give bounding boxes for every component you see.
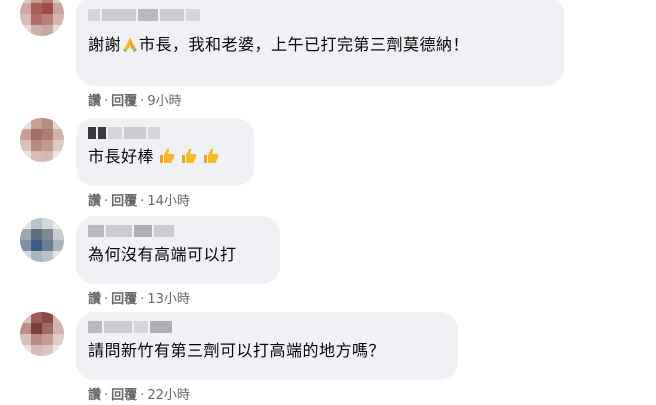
reply-button[interactable]: 回覆: [111, 194, 137, 209]
like-button[interactable]: 讚: [88, 194, 101, 209]
comment-text: 謝謝 市長，我和老婆，上午已打完第三劑莫德納！: [88, 35, 470, 54]
timestamp[interactable]: 14小時: [147, 194, 190, 209]
comment-bubble: 謝謝 市長，我和老婆，上午已打完第三劑莫德納！: [76, 0, 564, 86]
like-button[interactable]: 讚: [88, 94, 101, 109]
comment-text: 請問新竹有第三劑可以打高端的地方嗎？: [88, 341, 386, 360]
thumbs-up-emoji-icon: [182, 148, 197, 163]
comment-bubble: 為何沒有高端可以打: [76, 216, 280, 284]
avatar[interactable]: [20, 0, 64, 36]
avatar[interactable]: [20, 218, 64, 262]
comment-bubble: 請問新竹有第三劑可以打高端的地方嗎？: [76, 312, 458, 380]
like-button[interactable]: 讚: [88, 388, 101, 403]
reply-button[interactable]: 回覆: [111, 292, 137, 307]
timestamp[interactable]: 13小時: [147, 292, 190, 307]
pray-emoji-icon: [123, 37, 138, 52]
comment-actions: 讚 · 回覆 · 13小時: [88, 292, 190, 307]
commenter-name[interactable]: [88, 8, 550, 22]
timestamp[interactable]: 22小時: [147, 388, 190, 403]
commenter-name[interactable]: [88, 320, 444, 334]
comment-text: 為何沒有高端可以打: [88, 245, 237, 264]
thumbs-up-emoji-icon: [204, 148, 219, 163]
reply-button[interactable]: 回覆: [111, 94, 137, 109]
like-button[interactable]: 讚: [88, 292, 101, 307]
avatar[interactable]: [20, 118, 64, 162]
comment-text: 市長好棒: [88, 146, 240, 168]
thumbs-up-emoji-icon: [160, 148, 175, 163]
comment-actions: 讚 · 回覆 · 9小時: [88, 94, 182, 109]
commenter-name[interactable]: [88, 224, 266, 238]
timestamp[interactable]: 9小時: [147, 94, 181, 109]
avatar[interactable]: [20, 312, 64, 356]
comment-bubble: 市長好棒: [76, 118, 254, 186]
comment-actions: 讚 · 回覆 · 22小時: [88, 388, 190, 403]
comment-actions: 讚 · 回覆 · 14小時: [88, 194, 190, 209]
commenter-name[interactable]: [88, 126, 240, 140]
reply-button[interactable]: 回覆: [111, 388, 137, 403]
